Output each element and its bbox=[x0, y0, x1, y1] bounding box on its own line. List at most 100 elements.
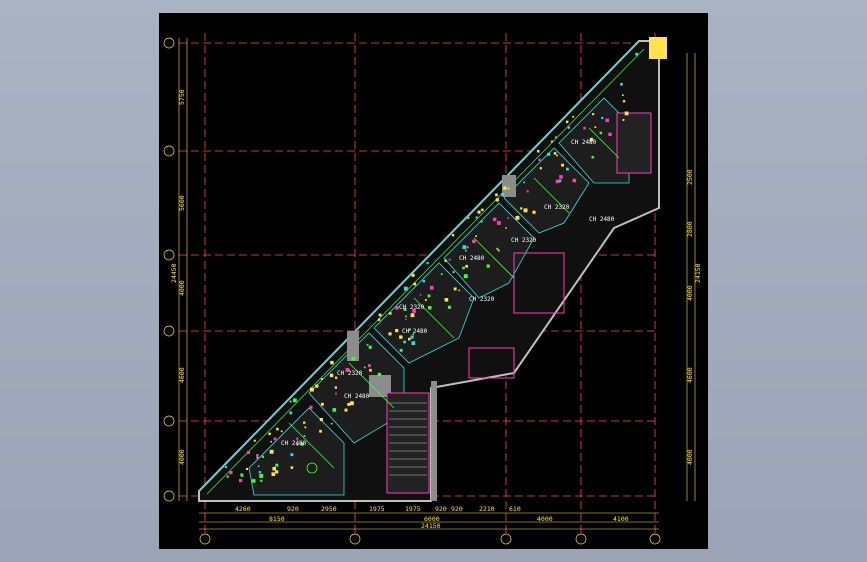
dim-text: 2210 bbox=[479, 505, 495, 513]
room-label: CH 2480 bbox=[281, 440, 307, 447]
fixture-symbol bbox=[452, 271, 455, 273]
grid-bubble bbox=[163, 145, 175, 157]
fixture-symbol bbox=[622, 94, 624, 96]
dim-text: 4260 bbox=[235, 505, 251, 513]
fixture-symbol bbox=[408, 337, 411, 341]
grid-bubble bbox=[163, 37, 175, 49]
fixture-symbol bbox=[319, 429, 322, 433]
fixture-symbol bbox=[451, 234, 455, 237]
fixture-symbol bbox=[331, 422, 333, 425]
fixture-symbol bbox=[465, 249, 467, 252]
fixture-symbol bbox=[555, 179, 560, 184]
dim-text: 1975 bbox=[369, 505, 385, 513]
fixture-symbol bbox=[315, 384, 319, 388]
fixture-symbol bbox=[257, 465, 260, 467]
fixture-symbol bbox=[497, 221, 501, 225]
fixture-symbol bbox=[553, 152, 557, 155]
fixture-symbol bbox=[303, 421, 306, 424]
fixture-symbol bbox=[453, 287, 457, 291]
fixture-symbol bbox=[583, 126, 586, 130]
fixture-symbol bbox=[496, 247, 499, 250]
fixture-symbol bbox=[290, 466, 294, 469]
fixture-symbol bbox=[503, 186, 507, 190]
fixture-symbol bbox=[426, 262, 429, 265]
fixture-symbol bbox=[444, 259, 447, 262]
fixture-symbol bbox=[349, 401, 354, 406]
fixture-symbol bbox=[537, 150, 540, 153]
fixture-symbol bbox=[505, 227, 507, 229]
fixture-symbol bbox=[555, 136, 557, 139]
fixture-symbol bbox=[229, 470, 233, 475]
fixture-symbol bbox=[357, 330, 360, 333]
fixture-symbol bbox=[608, 132, 612, 136]
fixture-symbol bbox=[410, 313, 415, 318]
fixture-symbol bbox=[410, 335, 414, 339]
fixture-symbol bbox=[622, 100, 626, 103]
fixture-symbol bbox=[523, 208, 528, 213]
cad-drawing-viewport[interactable]: CH 2480 CH 2480 CH 2320 CH 2480 CH 2320 … bbox=[159, 13, 708, 549]
fixture-symbol bbox=[547, 152, 551, 156]
dim-text: 920 bbox=[435, 505, 447, 513]
dim-text: 4000 bbox=[178, 449, 186, 465]
fixture-symbol bbox=[475, 235, 477, 237]
fixture-symbol bbox=[258, 471, 262, 474]
fixture-symbol bbox=[561, 163, 564, 167]
right-dimensions: 2500 2800 4000 4600 4000 24150 bbox=[686, 169, 702, 465]
grid-bubble bbox=[163, 325, 175, 337]
fixture-symbol bbox=[261, 455, 265, 458]
fixture-symbol bbox=[497, 249, 500, 252]
fixture-symbol bbox=[280, 430, 283, 433]
room-label: CH 2320 bbox=[337, 370, 363, 377]
dim-text: 2500 bbox=[686, 169, 694, 185]
grid-bubble bbox=[649, 533, 661, 545]
fixture-symbol bbox=[411, 341, 416, 345]
fixture-symbol bbox=[419, 294, 422, 296]
fixture-symbol bbox=[369, 368, 372, 372]
fixture-symbol bbox=[403, 286, 408, 291]
dim-text: 4000 bbox=[686, 449, 694, 465]
fixture-symbol bbox=[501, 193, 505, 196]
fixture-symbol bbox=[368, 364, 371, 368]
fixture-symbol bbox=[256, 456, 259, 459]
dim-text: 920 bbox=[451, 505, 463, 513]
fixture-symbol bbox=[462, 245, 467, 249]
fixture-symbol bbox=[567, 126, 571, 129]
fixture-symbol bbox=[399, 348, 403, 352]
fixture-symbol bbox=[444, 298, 449, 302]
floor-plan-canvas[interactable]: CH 2480 CH 2480 CH 2320 CH 2480 CH 2320 … bbox=[159, 13, 708, 549]
fixture-symbol bbox=[363, 366, 366, 369]
fixture-symbol bbox=[395, 329, 399, 333]
dim-text: 1975 bbox=[405, 505, 421, 513]
fixture-symbol bbox=[411, 273, 415, 277]
fixture-symbol bbox=[624, 111, 629, 116]
fixture-symbol bbox=[422, 279, 426, 283]
fixture-symbol bbox=[309, 405, 313, 409]
fixture-symbol bbox=[272, 466, 276, 471]
fixture-symbol bbox=[351, 356, 356, 361]
fixture-symbol bbox=[330, 360, 334, 365]
fixture-symbol bbox=[329, 373, 334, 378]
fixture-symbol bbox=[276, 427, 279, 431]
room-label: CH 2480 bbox=[589, 216, 615, 223]
fixture-symbol bbox=[592, 113, 595, 116]
fixture-symbol bbox=[565, 120, 569, 124]
wall-block bbox=[347, 331, 359, 361]
fixture-symbol bbox=[539, 167, 542, 170]
wall-block bbox=[649, 37, 667, 59]
dim-text: 5600 bbox=[178, 195, 186, 211]
fixture-symbol bbox=[481, 208, 484, 212]
dim-text: 920 bbox=[287, 505, 299, 513]
dim-text: 4600 bbox=[686, 367, 694, 383]
fixture-symbol bbox=[293, 398, 297, 403]
fixture-symbol bbox=[347, 402, 351, 406]
fixture-symbol bbox=[538, 158, 541, 161]
fixture-symbol bbox=[378, 313, 382, 317]
fixture-symbol bbox=[269, 449, 274, 454]
fixture-symbol bbox=[572, 115, 574, 118]
wall-block bbox=[431, 381, 437, 501]
dim-text: 2950 bbox=[321, 505, 337, 513]
fixture-symbol bbox=[389, 312, 392, 315]
fixture-symbol bbox=[275, 463, 279, 467]
dim-text: 2800 bbox=[686, 221, 694, 237]
fixture-symbol bbox=[256, 454, 259, 457]
